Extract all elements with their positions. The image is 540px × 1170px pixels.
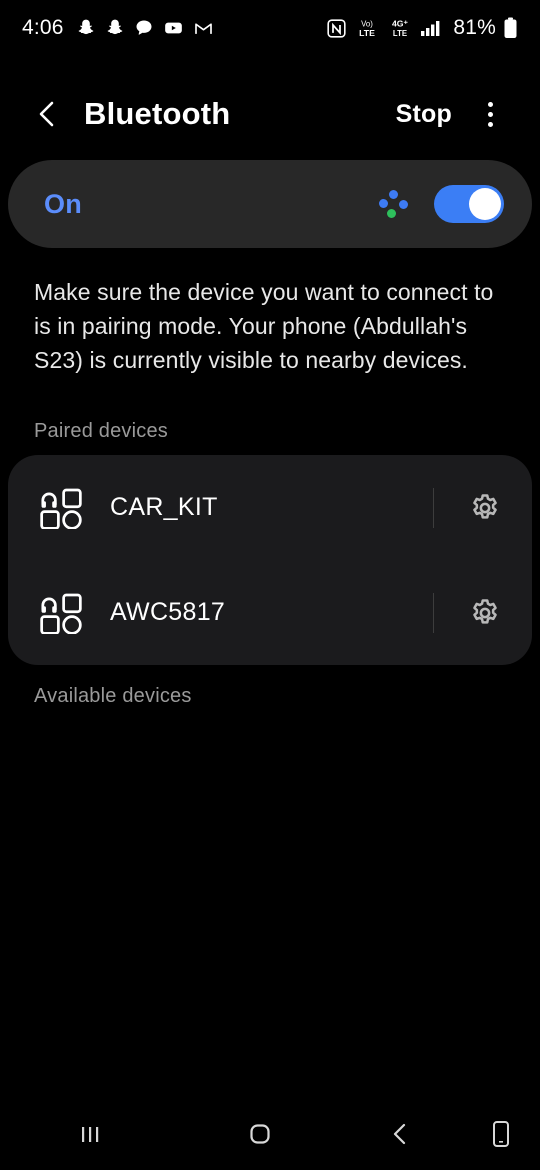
status-bar-right: Vo) LTE 4G⁺ LTE 81% <box>326 16 518 40</box>
switch-knob <box>469 188 501 220</box>
recents-icon <box>82 1127 99 1142</box>
more-vertical-icon <box>487 111 493 117</box>
row-divider <box>433 487 434 528</box>
table-row[interactable]: CAR_KIT <box>8 455 532 560</box>
gmail-icon <box>194 23 212 34</box>
status-bar: 4:06 Vo) LTE 4G⁺ LTE 81% <box>0 0 540 56</box>
bluetooth-device-icon <box>40 593 82 634</box>
four-g-plus-lte-icon: 4G⁺ LTE <box>392 18 409 38</box>
device-settings-button[interactable] <box>464 487 506 529</box>
signal-bars-icon <box>421 21 440 36</box>
pairing-description: Make sure the device you want to connect… <box>34 279 494 373</box>
nav-home-button[interactable] <box>180 1098 340 1170</box>
status-time: 4:06 <box>22 16 64 39</box>
more-vertical-icon <box>487 101 493 107</box>
paired-devices-label: Paired devices <box>34 420 168 442</box>
nfc-icon <box>327 18 346 38</box>
page-title: Bluetooth <box>84 96 231 131</box>
svg-text:LTE: LTE <box>393 29 407 38</box>
gear-icon <box>473 598 497 624</box>
nav-back-button[interactable] <box>340 1098 460 1170</box>
svg-text:Vo): Vo) <box>362 19 374 28</box>
bluetooth-state-label: On <box>44 188 82 219</box>
volte-icon: Vo) LTE <box>360 19 376 38</box>
device-name: CAR_KIT <box>110 493 218 521</box>
app-header: Bluetooth Stop <box>0 80 540 148</box>
svg-text:4G⁺: 4G⁺ <box>392 18 409 28</box>
status-bar-left: 4:06 <box>22 16 214 40</box>
home-icon <box>250 1124 270 1144</box>
gear-icon <box>473 493 497 519</box>
scanning-dots-icon <box>378 187 412 221</box>
bluetooth-toggle-card[interactable]: On <box>8 160 532 248</box>
chevron-left-icon <box>39 101 54 127</box>
table-row[interactable]: AWC5817 <box>8 560 532 665</box>
back-chevron-icon <box>393 1123 406 1145</box>
snapchat-icon <box>78 19 93 35</box>
available-devices-label: Available devices <box>34 685 192 707</box>
nav-recents-button[interactable] <box>0 1098 180 1170</box>
battery-icon <box>504 17 517 38</box>
youtube-icon <box>164 22 182 34</box>
more-vertical-icon <box>487 121 493 127</box>
snapchat-icon <box>107 19 122 35</box>
bluetooth-device-icon <box>40 488 82 529</box>
back-button[interactable] <box>30 97 64 131</box>
system-nav-bar <box>0 1098 540 1170</box>
phone-screen: 4:06 Vo) LTE 4G⁺ LTE 81% Bluetooth Stop … <box>0 0 540 1170</box>
bluetooth-switch[interactable] <box>434 185 504 223</box>
device-settings-button[interactable] <box>464 592 506 634</box>
row-divider <box>433 592 434 633</box>
phone-device-icon <box>493 1121 509 1147</box>
device-name: AWC5817 <box>110 598 226 626</box>
battery-percent: 81% <box>453 16 496 39</box>
stop-button[interactable]: Stop <box>396 100 452 129</box>
paired-devices-list: CAR_KIT AWC5817 <box>8 455 532 665</box>
chat-bubble-icon <box>136 20 152 35</box>
nav-device-button[interactable] <box>460 1098 540 1170</box>
overflow-menu-button[interactable] <box>470 94 510 134</box>
svg-text:LTE: LTE <box>360 28 376 38</box>
